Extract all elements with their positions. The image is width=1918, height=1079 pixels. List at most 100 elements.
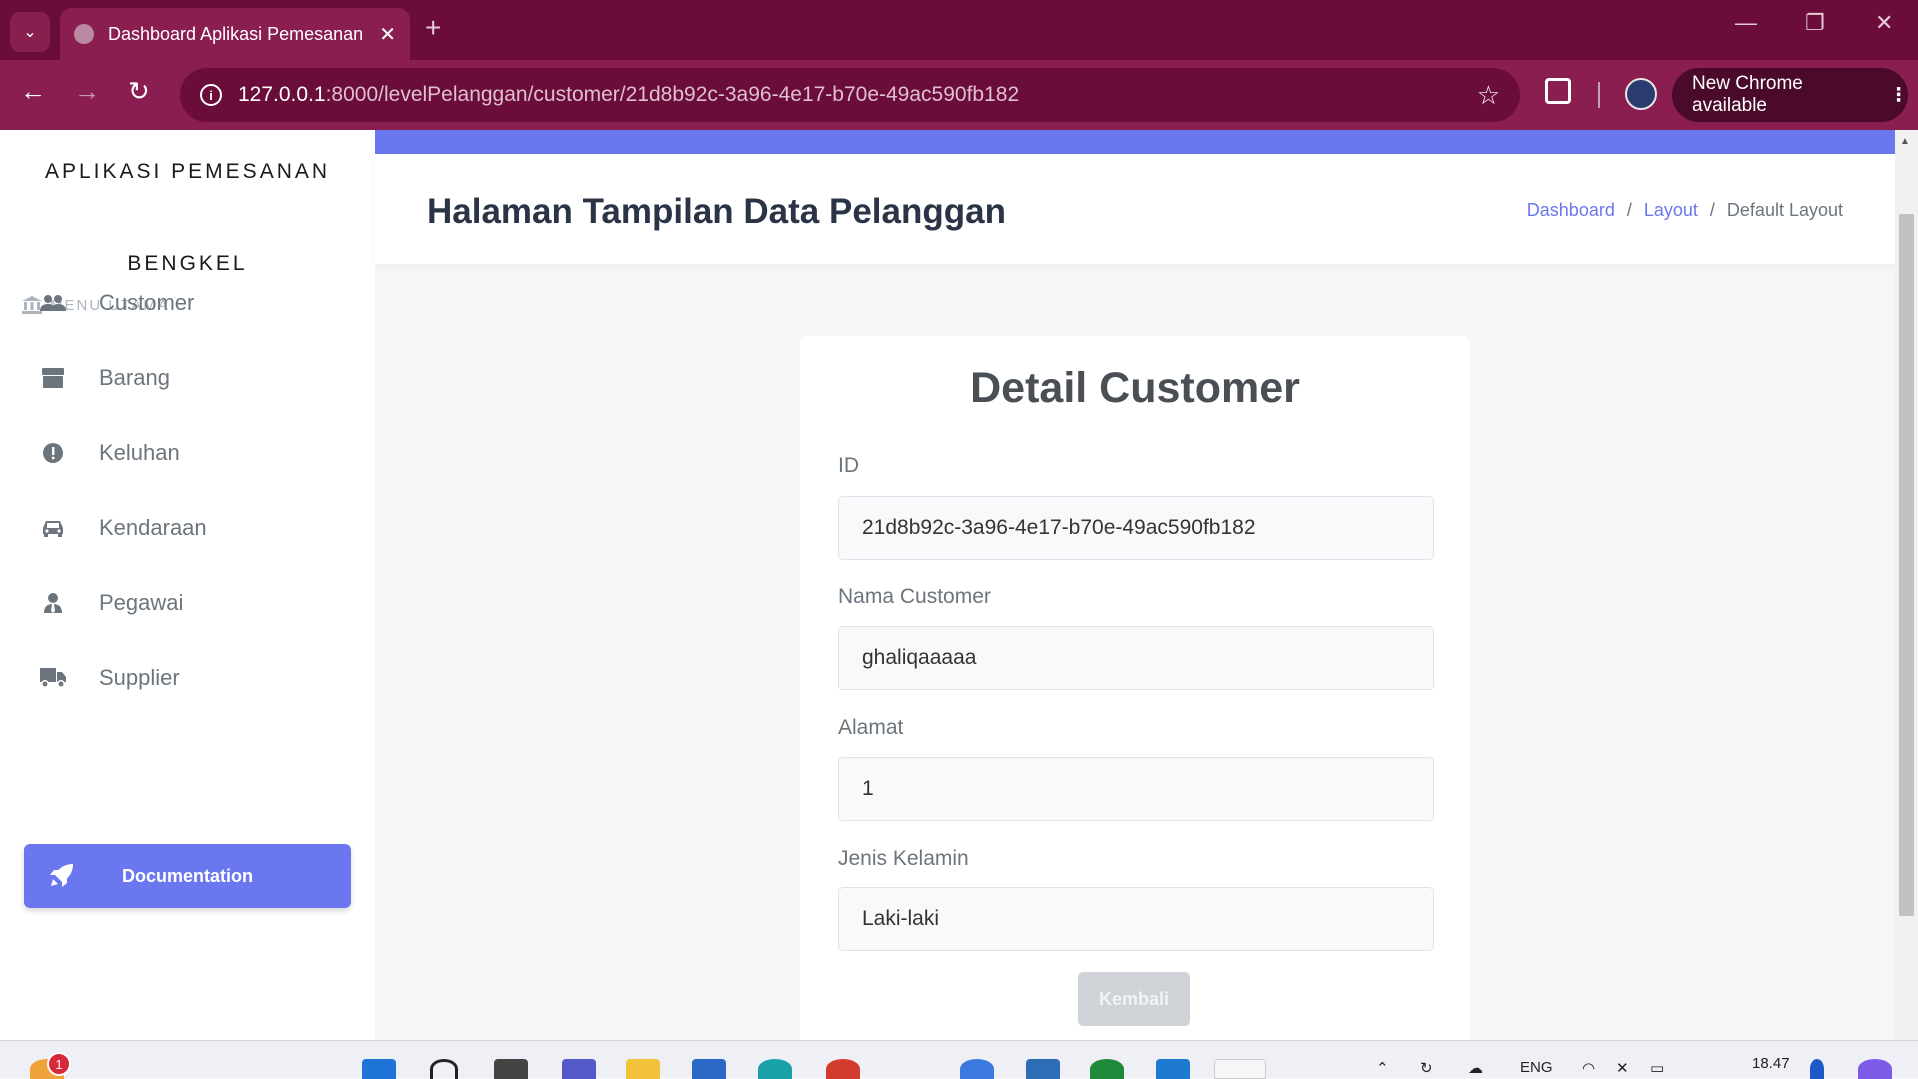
page-scrollbar[interactable]: ▲ [1895,130,1918,1040]
app-hs-icon[interactable] [1090,1059,1124,1079]
tab-strip: ⌄ Dashboard Aplikasi Pemesanan ✕ + — ❐ ✕ [0,0,1918,60]
bookmark-star-icon[interactable]: ☆ [1477,80,1500,111]
chrome-icon[interactable] [960,1059,994,1079]
jenis-kelamin-label: Jenis Kelamin [838,847,969,870]
browser-toolbar: ← → ↻ i 127.0.0.1:8000/levelPelanggan/cu… [0,60,1918,130]
search-icon[interactable] [430,1059,458,1079]
breadcrumb-layout[interactable]: Layout [1644,200,1698,221]
menu-dots-icon: ⋮ [1889,84,1908,106]
update-label: New Chrome available [1692,73,1803,116]
scroll-thumb[interactable] [1899,214,1914,916]
battery-icon[interactable]: ▭ [1650,1059,1664,1077]
url-host: 127.0.0.1 [238,83,326,106]
chrome-profile-icon[interactable] [826,1059,860,1079]
page-title: Halaman Tampilan Data Pelanggan [427,192,1006,231]
globe-icon [74,24,94,44]
sidebar-item-label: Customer [99,290,195,315]
edge-icon[interactable] [758,1059,792,1079]
sidebar: APLIKASI PEMESANAN BENGKEL MENU UTAMA Cu… [0,130,375,1040]
scroll-up-icon[interactable]: ▲ [1900,136,1910,147]
windows-start-icon[interactable] [362,1059,396,1079]
restore-icon[interactable]: ❐ [1805,10,1825,36]
file-explorer-icon[interactable] [626,1059,660,1079]
header-accent-bar [375,130,1895,154]
detail-card: Detail Customer ID 21d8b92c-3a96-4e17-b7… [800,336,1470,1040]
volume-muted-icon[interactable]: ✕ [1616,1059,1629,1077]
chevron-down-icon: ⌄ [23,24,37,41]
address-bar[interactable]: i 127.0.0.1:8000/levelPelanggan/customer… [180,68,1520,122]
documentation-label: Documentation [122,865,254,886]
close-icon[interactable]: ✕ [379,22,396,47]
task-view-icon[interactable] [494,1059,528,1079]
copilot-icon[interactable] [1858,1059,1892,1079]
wifi-icon[interactable]: ◠ [1582,1059,1595,1077]
id-field[interactable]: 21d8b92c-3a96-4e17-b70e-49ac590fb182 [838,496,1434,560]
jenis-kelamin-field[interactable]: Laki-laki [838,887,1434,951]
sidebar-item-label: Pegawai [99,590,184,615]
sidebar-item-label: Supplier [99,665,180,690]
sidebar-item-label: Kendaraan [99,515,207,540]
tab-search-button[interactable]: ⌄ [10,12,50,52]
clock-time[interactable]: 18.47 [1752,1055,1790,1072]
snipping-tool-icon[interactable] [1214,1059,1266,1079]
sidebar-item-keluhan[interactable]: Keluhan [0,428,375,478]
breadcrumb-dashboard[interactable]: Dashboard [1527,200,1615,221]
alamat-label: Alamat [838,716,904,739]
browser-chrome: ⌄ Dashboard Aplikasi Pemesanan ✕ + — ❐ ✕… [0,0,1918,130]
photos-icon[interactable] [1026,1059,1060,1079]
sidebar-item-supplier[interactable]: Supplier [0,653,375,703]
chevron-up-icon[interactable]: ⌃ [1376,1059,1389,1077]
kembali-button[interactable]: Kembali [1078,972,1190,1026]
documentation-button[interactable]: Documentation [24,844,351,908]
url-path: :8000/levelPelanggan/customer/21d8b92c-3… [325,83,1020,106]
teams-icon[interactable] [562,1059,596,1079]
car-icon [38,519,68,537]
tab-title: Dashboard Aplikasi Pemesanan [108,23,364,44]
card-title: Detail Customer [970,364,1300,412]
sidebar-item-label: Barang [99,365,170,390]
sidebar-item-customer[interactable]: Customer [0,278,375,328]
forward-icon[interactable]: → [74,76,100,107]
nama-customer-label: Nama Customer [838,585,991,608]
sidebar-item-barang[interactable]: Barang [0,353,375,403]
vscode-icon[interactable] [1156,1059,1190,1079]
notification-dot-icon[interactable] [1810,1059,1824,1079]
user-tie-icon [38,593,68,613]
truck-icon [38,668,68,688]
browser-tab[interactable]: Dashboard Aplikasi Pemesanan ✕ [60,8,410,60]
chrome-update-button[interactable]: New Chrome available ⋮ [1672,68,1908,122]
window-close-icon[interactable]: ✕ [1875,10,1893,36]
notification-badge: 1 [47,1052,71,1076]
breadcrumb-separator: / [1709,200,1715,220]
alert-circle-icon [38,443,68,463]
language-indicator[interactable]: ENG [1520,1059,1553,1076]
toolbar-divider [1598,82,1600,108]
extensions-icon[interactable] [1545,78,1571,104]
reload-icon[interactable]: ↻ [128,76,150,107]
id-label: ID [838,454,859,477]
store-icon[interactable] [692,1059,726,1079]
sidebar-item-label: Keluhan [99,440,180,465]
breadcrumb-current: Default Layout [1726,200,1843,220]
breadcrumb-separator: / [1626,200,1632,220]
sync-icon[interactable]: ↻ [1420,1059,1433,1077]
sidebar-item-kendaraan[interactable]: Kendaraan [0,503,375,553]
new-tab-button[interactable]: + [425,12,441,44]
sidebar-item-pegawai[interactable]: Pegawai [0,578,375,628]
breadcrumb: Dashboard / Layout / Default Layout [1527,200,1843,221]
back-icon[interactable]: ← [20,76,46,107]
brand-title: APLIKASI PEMESANAN [44,160,331,183]
page-header: Halaman Tampilan Data Pelanggan Dashboar… [375,154,1895,264]
brand-subtitle: BENGKEL [127,252,248,275]
rocket-icon [46,863,76,889]
site-info-icon[interactable]: i [200,84,222,106]
profile-avatar[interactable] [1625,78,1657,110]
box-icon [38,368,68,388]
page-viewport: APLIKASI PEMESANAN BENGKEL MENU UTAMA Cu… [0,130,1918,1040]
minimize-icon[interactable]: — [1735,10,1757,36]
alamat-field[interactable]: 1 [838,757,1434,821]
nama-customer-field[interactable]: ghaliqaaaaa [838,626,1434,690]
cloud-icon[interactable]: ☁ [1468,1059,1483,1077]
taskbar: ⌃ ↻ ☁ ENG ◠ ✕ ▭ 18.47 [0,1040,1918,1079]
users-icon [38,294,68,312]
